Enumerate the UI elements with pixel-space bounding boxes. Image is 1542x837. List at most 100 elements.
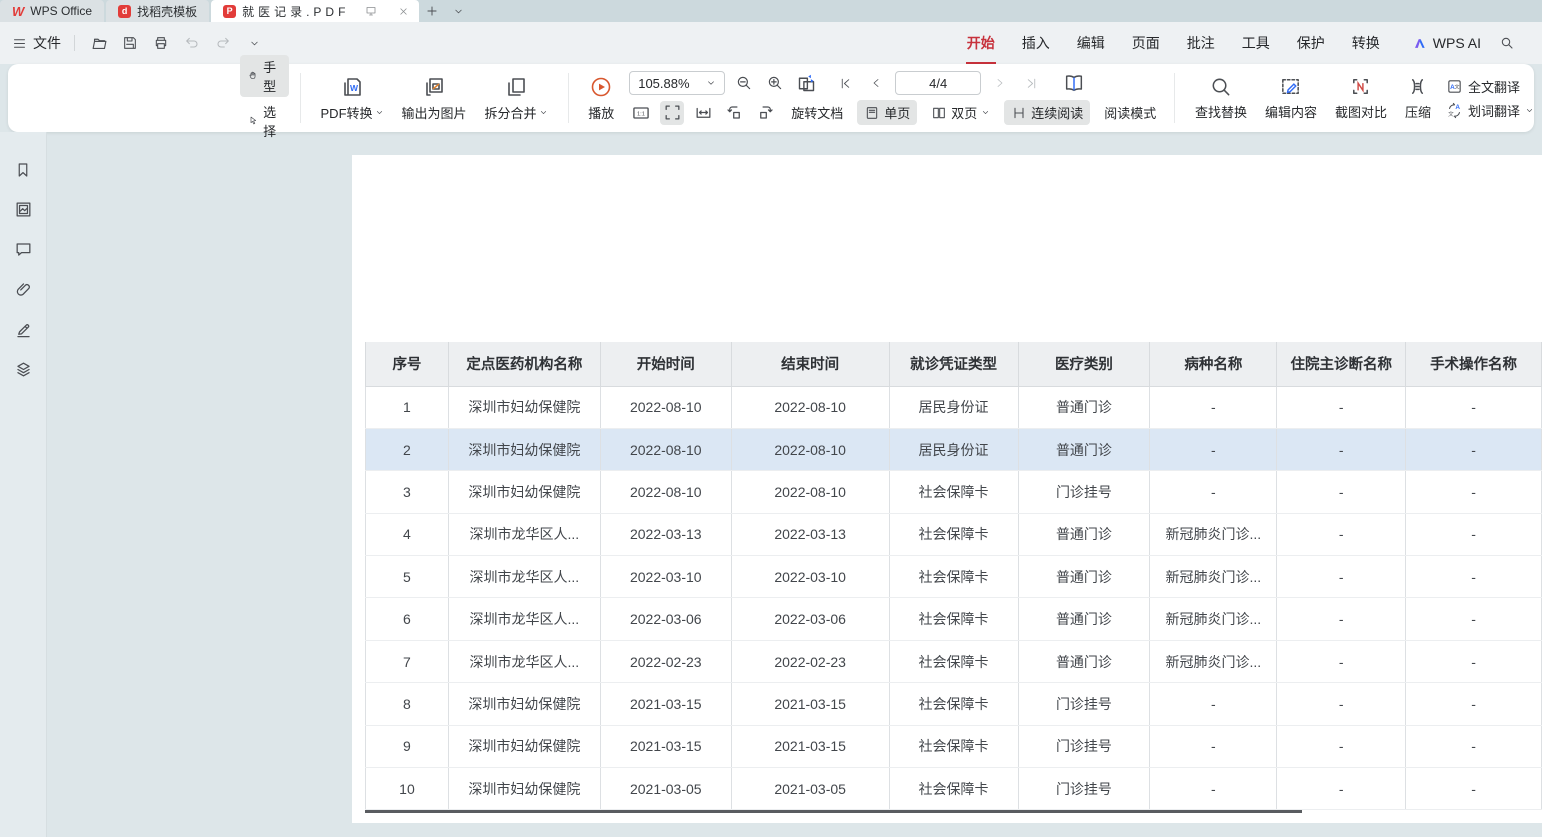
page-number-input[interactable]: 4/4 <box>895 71 981 95</box>
svg-text:W: W <box>350 83 359 93</box>
tab-protect[interactable]: 保护 <box>1297 33 1325 53</box>
select-tool-button[interactable]: 选择 <box>240 100 289 142</box>
comment-icon[interactable] <box>10 236 37 263</box>
close-tab-icon[interactable] <box>393 2 413 20</box>
fit-page-icon[interactable] <box>660 101 684 125</box>
redo-icon[interactable] <box>212 32 234 54</box>
zoom-value: 105.88% <box>638 76 689 91</box>
zoom-level-select[interactable]: 105.88% <box>629 71 725 95</box>
hand-tool-button[interactable]: 手型 <box>240 55 289 97</box>
table-cell: - <box>1406 598 1542 640</box>
table-row: 6深圳市龙华区人...2022-03-062022-03-06社会保障卡普通门诊… <box>366 598 1542 640</box>
table-cell: 居民身份证 <box>889 386 1018 428</box>
wps-ai-button[interactable]: WPS AI <box>1412 35 1481 51</box>
tab-comment[interactable]: 批注 <box>1187 33 1215 53</box>
single-page-label: 单页 <box>884 103 910 122</box>
tab-docer-templates[interactable]: d 找稻壳模板 <box>106 0 209 22</box>
tab-edit[interactable]: 编辑 <box>1077 33 1105 53</box>
first-page-icon[interactable] <box>833 71 857 95</box>
hamburger-icon <box>12 36 27 51</box>
read-mode-button[interactable]: 阅读模式 <box>1097 100 1163 125</box>
prev-page-icon[interactable] <box>864 71 888 95</box>
print-icon[interactable] <box>150 32 172 54</box>
zoom-out-icon[interactable] <box>732 71 756 95</box>
next-page-icon[interactable] <box>988 71 1012 95</box>
word-translate-icon: 文 A <box>1446 102 1463 119</box>
column-header: 就诊凭证类型 <box>889 342 1018 386</box>
undo-redo-chevron-icon[interactable] <box>243 32 265 54</box>
tab-document-pdf[interactable]: P 就医记录.PDF <box>211 0 419 22</box>
actual-size-icon[interactable]: 1:1 <box>629 101 653 125</box>
last-page-icon[interactable] <box>1019 71 1043 95</box>
single-page-button[interactable]: 单页 <box>857 100 917 125</box>
svg-text:文: 文 <box>1448 110 1454 118</box>
table-cell: 深圳市龙华区人... <box>448 640 600 682</box>
attachment-icon[interactable] <box>10 276 37 303</box>
bookmark-icon[interactable] <box>10 156 37 183</box>
table-cell: 2022-02-23 <box>731 640 889 682</box>
column-header: 住院主诊断名称 <box>1277 342 1406 386</box>
table-cell: - <box>1277 640 1406 682</box>
tab-convert[interactable]: 转换 <box>1352 33 1380 53</box>
table-cell: 2022-08-10 <box>731 471 889 513</box>
search-icon[interactable] <box>1496 32 1518 54</box>
split-merge-button[interactable]: 拆分合并 <box>476 73 557 124</box>
split-merge-icon <box>504 75 528 99</box>
screenshot-compare-button[interactable]: 截图对比 <box>1326 73 1396 123</box>
signature-pen-icon[interactable] <box>10 316 37 343</box>
table-row: 3深圳市妇幼保健院2022-08-102022-08-10社会保障卡门诊挂号--… <box>366 471 1542 513</box>
chevron-down-icon <box>539 108 548 117</box>
export-image-button[interactable]: 输出为图片 <box>393 73 476 124</box>
continuous-reading-button[interactable]: 连续阅读 <box>1004 100 1090 125</box>
hand-tool-label: 手型 <box>263 57 281 95</box>
undo-icon[interactable] <box>181 32 203 54</box>
full-text-translate-label: 全文翻译 <box>1468 77 1520 96</box>
table-cell: 新冠肺炎门诊... <box>1150 556 1277 598</box>
tab-tools[interactable]: 工具 <box>1242 33 1270 53</box>
pdf-page[interactable]: 序号定点医药机构名称开始时间结束时间就诊凭证类型医疗类别病种名称住院主诊断名称手… <box>352 155 1542 823</box>
table-cell: - <box>1150 768 1277 810</box>
new-tab-button[interactable] <box>419 0 445 22</box>
tab-page[interactable]: 页面 <box>1132 33 1160 53</box>
word-translate-button[interactable]: 文 A 划词翻译 <box>1446 101 1534 120</box>
table-row: 8深圳市妇幼保健院2021-03-152021-03-15社会保障卡门诊挂号--… <box>366 683 1542 725</box>
zoom-in-icon[interactable] <box>763 71 787 95</box>
file-menu-button[interactable]: 文件 <box>12 33 61 53</box>
rotate-right-icon[interactable] <box>753 101 777 125</box>
table-cell: 2021-03-15 <box>600 725 731 767</box>
tab-wps-office[interactable]: W WPS Office <box>0 0 104 22</box>
layers-icon[interactable] <box>10 356 37 383</box>
find-replace-label: 查找替换 <box>1195 102 1247 121</box>
read-mode-icon[interactable] <box>1062 71 1086 95</box>
tab-home[interactable]: 开始 <box>967 33 995 53</box>
compress-button[interactable]: 压缩 <box>1396 73 1440 123</box>
table-cell: 社会保障卡 <box>889 556 1018 598</box>
screenshot-compare-icon <box>1349 75 1372 98</box>
table-cell: 居民身份证 <box>889 428 1018 470</box>
full-text-translate-button[interactable]: A 文 全文翻译 <box>1446 77 1534 96</box>
fit-width-icon[interactable] <box>691 101 715 125</box>
rotate-document-button[interactable]: 旋转文档 <box>784 100 850 125</box>
replace-page-icon[interactable] <box>794 71 818 95</box>
table-cell: - <box>1406 683 1542 725</box>
tab-insert[interactable]: 插入 <box>1022 33 1050 53</box>
table-cell: - <box>1150 683 1277 725</box>
table-cell: 2022-03-13 <box>600 513 731 555</box>
table-row: 4深圳市龙华区人...2022-03-132022-03-13社会保障卡普通门诊… <box>366 513 1542 555</box>
save-icon[interactable] <box>119 32 141 54</box>
table-cell: - <box>1150 725 1277 767</box>
table-cell: 2022-02-23 <box>600 640 731 682</box>
find-replace-button[interactable]: 查找替换 <box>1186 73 1256 123</box>
ribbon-tabs: 开始 插入 编辑 页面 批注 工具 保护 转换 <box>967 33 1380 53</box>
pdf-convert-button[interactable]: W PDF转换 <box>312 73 393 124</box>
edit-content-button[interactable]: 编辑内容 <box>1256 73 1326 123</box>
rotate-left-icon[interactable] <box>722 101 746 125</box>
double-page-button[interactable]: 双页 <box>924 100 997 125</box>
tab-list-chevron-icon[interactable] <box>445 0 471 22</box>
monitor-icon[interactable] <box>361 2 381 20</box>
open-file-icon[interactable] <box>88 32 110 54</box>
table-cell: 普通门诊 <box>1018 428 1150 470</box>
thumbnail-icon[interactable] <box>10 196 37 223</box>
play-button[interactable]: 播放 <box>579 73 623 124</box>
double-page-label: 双页 <box>951 103 977 122</box>
